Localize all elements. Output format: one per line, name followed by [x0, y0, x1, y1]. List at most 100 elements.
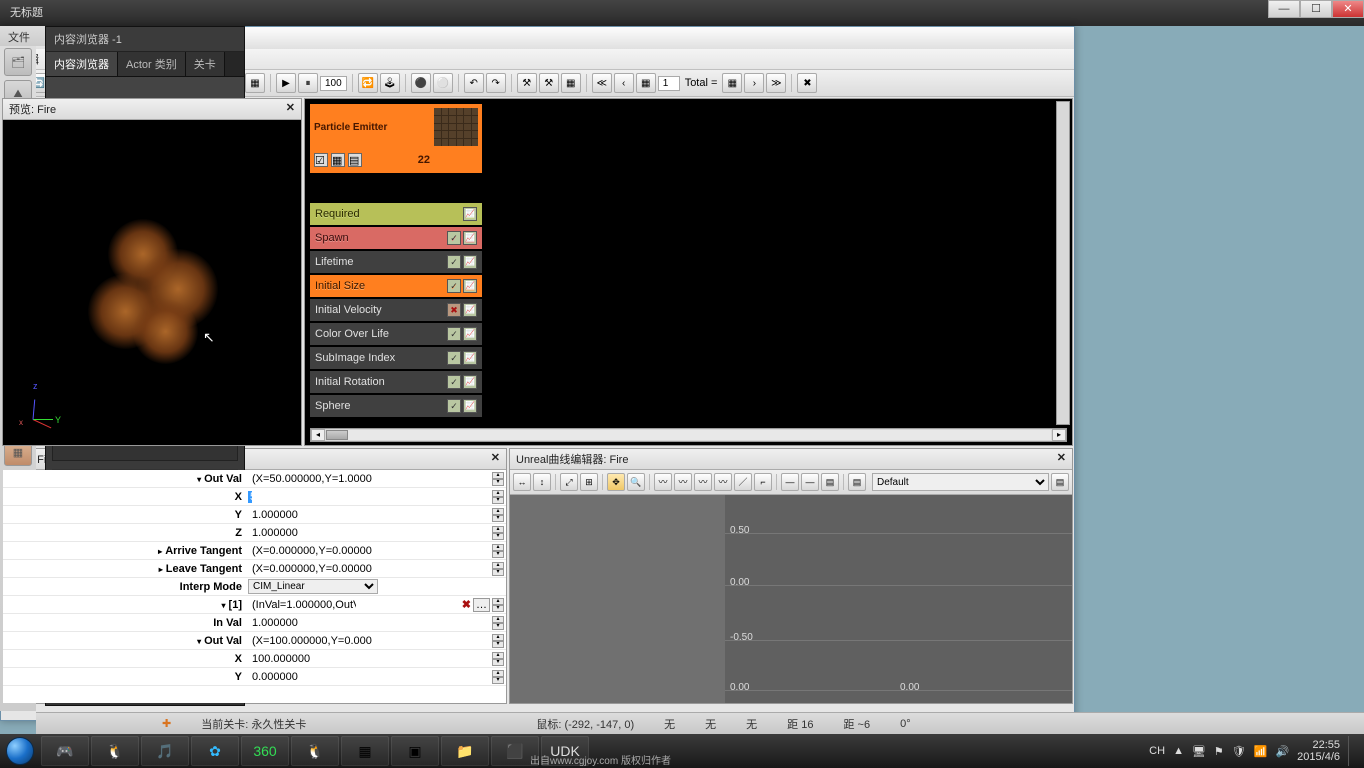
toolbar-grid-icon[interactable]: ▦	[245, 73, 265, 93]
toolbar-lod-regen-icon[interactable]: ⚒	[517, 73, 537, 93]
spinner-icon[interactable]: ▴▾	[492, 670, 504, 684]
taskbar-app[interactable]: ✿	[191, 736, 239, 766]
toolbar-undo2-icon[interactable]: ↶	[464, 73, 484, 93]
property-row[interactable]: In Val1.000000▴▾	[3, 614, 506, 632]
module-graph-icon[interactable]: 📈	[463, 399, 477, 413]
module-toggle-icon[interactable]: ✓	[447, 231, 461, 245]
emitter-panel[interactable]: Particle Emitter ☑ ▦ ▤ 22 Required📈Spawn…	[304, 98, 1073, 446]
spinner-icon[interactable]: ▴▾	[492, 652, 504, 666]
tray-icon[interactable]: 🖥	[1192, 745, 1206, 758]
module-lifetime[interactable]: Lifetime✓📈	[310, 251, 482, 273]
spinner-icon[interactable]: ▴▾	[492, 508, 504, 522]
curve-showall-icon[interactable]: ▤	[821, 473, 839, 491]
curve-viewport[interactable]: 0.50 0.00 -0.50 0.00 0.00	[510, 495, 1072, 703]
cascade-maximize[interactable]: ☐	[1300, 0, 1332, 18]
delete-point-icon[interactable]: ✖	[460, 598, 473, 611]
toolbar-lod-add-icon[interactable]: ▦	[636, 73, 656, 93]
module-spawn[interactable]: Spawn✓📈	[310, 227, 482, 249]
tray-icon[interactable]: 🔊	[1275, 745, 1289, 758]
toolbar-lod-prev-icon[interactable]: ‹	[614, 73, 634, 93]
module-toggle-icon[interactable]: ✓	[447, 375, 461, 389]
toolbar-lod-input[interactable]	[658, 76, 680, 91]
curve-fit-h-icon[interactable]: ↔	[513, 473, 531, 491]
curve-auto-icon[interactable]: 〰	[654, 473, 672, 491]
add-point-icon[interactable]: …	[473, 598, 490, 612]
taskbar-app[interactable]: ▣	[391, 736, 439, 766]
toolbar-lod-delete-icon[interactable]: ✖	[797, 73, 817, 93]
toolbar-lod-first-icon[interactable]: ≪	[592, 73, 612, 93]
module-disabled-icon[interactable]: ✖	[447, 303, 461, 317]
toolbar-speed-value[interactable]: 100	[320, 76, 347, 91]
toolbar-lod-current-icon[interactable]: ▦	[561, 73, 581, 93]
property-row[interactable]: Leave Tangent(X=0.000000,Y=0.000000,Z=0.…	[3, 560, 506, 578]
module-graph-icon[interactable]: 📈	[463, 351, 477, 365]
start-button[interactable]	[0, 734, 40, 768]
emitter-vscrollbar[interactable]	[1056, 101, 1070, 425]
interp-mode-select[interactable]: CIM_Linear	[248, 579, 378, 594]
curve-preset-select[interactable]: Default	[872, 473, 1049, 491]
curve-straighten-icon[interactable]: —	[801, 473, 819, 491]
module-initial-size[interactable]: Initial Size✓📈	[310, 275, 482, 297]
curve-constant-icon[interactable]: ⌐	[754, 473, 772, 491]
taskbar-app[interactable]: 🎮	[41, 736, 89, 766]
tool-icon[interactable]: 🗂	[4, 48, 32, 76]
curve-tab-icon[interactable]: ▤	[848, 473, 866, 491]
emitter-toggle-icon[interactable]: ▦	[331, 153, 345, 167]
emitter-hscrollbar[interactable]: ◂ ▸	[310, 428, 1067, 442]
curve-linear-icon[interactable]: ／	[734, 473, 752, 491]
module-sphere[interactable]: Sphere✓📈	[310, 395, 482, 417]
preview-close-icon[interactable]: ✕	[286, 101, 295, 117]
toolbar-play-icon[interactable]: ▶	[276, 73, 296, 93]
spinner-icon[interactable]: ▴▾	[492, 526, 504, 540]
property-row[interactable]: Interp ModeCIM_Linear	[3, 578, 506, 596]
emitter-toggle-icon[interactable]: ▤	[348, 153, 362, 167]
toolbar-realtime-icon[interactable]: 🕹	[380, 73, 400, 93]
module-toggle-icon[interactable]: ✓	[447, 279, 461, 293]
module-initial-velocity[interactable]: Initial Velocity✖📈	[310, 299, 482, 321]
curve-autoclamp-icon[interactable]: 〰	[674, 473, 692, 491]
property-row[interactable]: Y0.000000▴▾	[3, 668, 506, 686]
toolbar-redo2-icon[interactable]: ↷	[486, 73, 506, 93]
toolbar-pause-icon[interactable]: ⏸	[298, 73, 318, 93]
module-graph-icon[interactable]: 📈	[463, 231, 477, 245]
toolbar-lod-last-icon[interactable]: ≫	[766, 73, 786, 93]
tray-icon[interactable]: 📶	[1254, 745, 1268, 758]
scroll-left-icon[interactable]: ◂	[311, 429, 325, 441]
module-toggle-icon[interactable]: ✓	[447, 327, 461, 341]
curve-pan-icon[interactable]: ✥	[607, 473, 625, 491]
module-graph-icon[interactable]: 📈	[463, 327, 477, 341]
emitter-header[interactable]: Particle Emitter	[310, 104, 482, 150]
scroll-right-icon[interactable]: ▸	[1052, 429, 1066, 441]
curve-savetab-icon[interactable]: ▤	[1051, 473, 1069, 491]
preview-viewport[interactable]: 预览: Fire ✕ ↖ x Y z	[2, 98, 302, 446]
bg-menu-file[interactable]: 文件	[0, 26, 45, 46]
module-graph-icon[interactable]: 📈	[463, 375, 477, 389]
curve-fit-icon[interactable]: ⤢	[560, 473, 578, 491]
spinner-icon[interactable]: ▴▾	[492, 562, 504, 576]
module-graph-icon[interactable]: 📈	[463, 207, 477, 221]
emitter-toggle-icon[interactable]: ☑	[314, 153, 328, 167]
curve-fitall-icon[interactable]: ⊞	[580, 473, 598, 491]
curve-close-icon[interactable]: ✕	[1057, 451, 1066, 467]
cb-tab-actor[interactable]: Actor 类别	[118, 52, 186, 76]
module-toggle-icon[interactable]: ✓	[447, 351, 461, 365]
curve-user-icon[interactable]: 〰	[694, 473, 712, 491]
spinner-icon[interactable]: ▴▾	[492, 598, 504, 612]
curve-fit-v-icon[interactable]: ↕	[533, 473, 551, 491]
taskbar-app[interactable]: 360	[241, 736, 289, 766]
tray-icon[interactable]: ⚑	[1214, 745, 1224, 758]
property-row[interactable]: Arrive Tangent(X=0.000000,Y=0.000000,Z=0…	[3, 542, 506, 560]
taskbar-app[interactable]: 🐧	[91, 736, 139, 766]
toolbar-lod-next-icon[interactable]: ›	[744, 73, 764, 93]
property-row[interactable]: Out Val(X=50.000000,Y=1.000000,Z=1.000▴▾	[3, 470, 506, 488]
curve-flatten-icon[interactable]: —	[781, 473, 799, 491]
spinner-icon[interactable]: ▴▾	[492, 472, 504, 486]
module-graph-icon[interactable]: 📈	[463, 303, 477, 317]
cascade-minimize[interactable]: —	[1268, 0, 1300, 18]
tray-icon[interactable]: ▲	[1173, 745, 1184, 757]
module-color-over-life[interactable]: Color Over Life✓📈	[310, 323, 482, 345]
spinner-icon[interactable]: ▴▾	[492, 490, 504, 504]
cascade-close[interactable]: ✕	[1332, 0, 1364, 18]
curve-zoom-icon[interactable]: 🔍	[627, 473, 645, 491]
module-graph-icon[interactable]: 📈	[463, 255, 477, 269]
